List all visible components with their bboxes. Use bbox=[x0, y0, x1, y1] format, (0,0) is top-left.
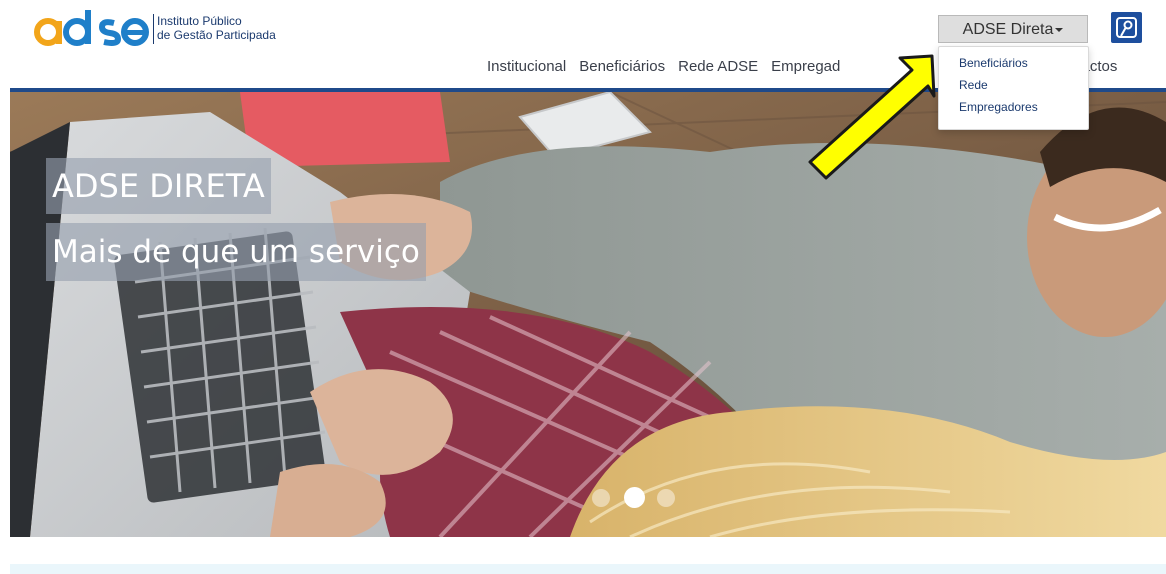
caret-down-icon bbox=[1055, 27, 1064, 32]
dropdown-item-empregadores[interactable]: Empregadores bbox=[939, 99, 1088, 121]
carousel-dot-2-active[interactable] bbox=[624, 487, 645, 508]
nav-item-beneficiarios[interactable]: Beneficiários bbox=[579, 58, 665, 78]
logo-org-name: Instituto Público de Gestão Participada bbox=[157, 14, 276, 42]
adse-direta-dropdown: Beneficiários Rede Empregadores bbox=[938, 46, 1089, 130]
carousel-dot-1[interactable] bbox=[592, 489, 610, 507]
site-header: Instituto Público de Gestão Participada … bbox=[0, 0, 1166, 130]
logo-org-line2: de Gestão Participada bbox=[157, 28, 276, 42]
nav-item-rede-adse[interactable]: Rede ADSE bbox=[678, 58, 758, 78]
user-login-button[interactable] bbox=[1111, 12, 1142, 43]
adse-direta-label: ADSE Direta bbox=[962, 21, 1054, 38]
nav-item-institucional[interactable]: Institucional bbox=[487, 58, 566, 78]
content-band bbox=[10, 564, 1166, 574]
carousel-dot-3[interactable] bbox=[657, 489, 675, 507]
adse-logo-mark bbox=[34, 10, 149, 46]
logo-divider bbox=[153, 14, 154, 44]
adse-direta-button[interactable]: ADSE Direta bbox=[938, 15, 1088, 43]
logo-org-line1: Instituto Público bbox=[157, 14, 242, 28]
hero-title: ADSE DIRETA bbox=[46, 158, 271, 214]
main-nav: Institucional Beneficiários Rede ADSE Em… bbox=[487, 58, 1117, 78]
dropdown-item-beneficiarios[interactable]: Beneficiários bbox=[939, 55, 1088, 77]
hero-subtitle: Mais de que um serviço bbox=[46, 223, 426, 281]
arrow-pointer-icon bbox=[808, 54, 936, 180]
dropdown-item-rede[interactable]: Rede bbox=[939, 77, 1088, 99]
adse-logo[interactable]: Instituto Público de Gestão Participada bbox=[34, 10, 294, 50]
user-login-icon bbox=[1116, 17, 1137, 38]
